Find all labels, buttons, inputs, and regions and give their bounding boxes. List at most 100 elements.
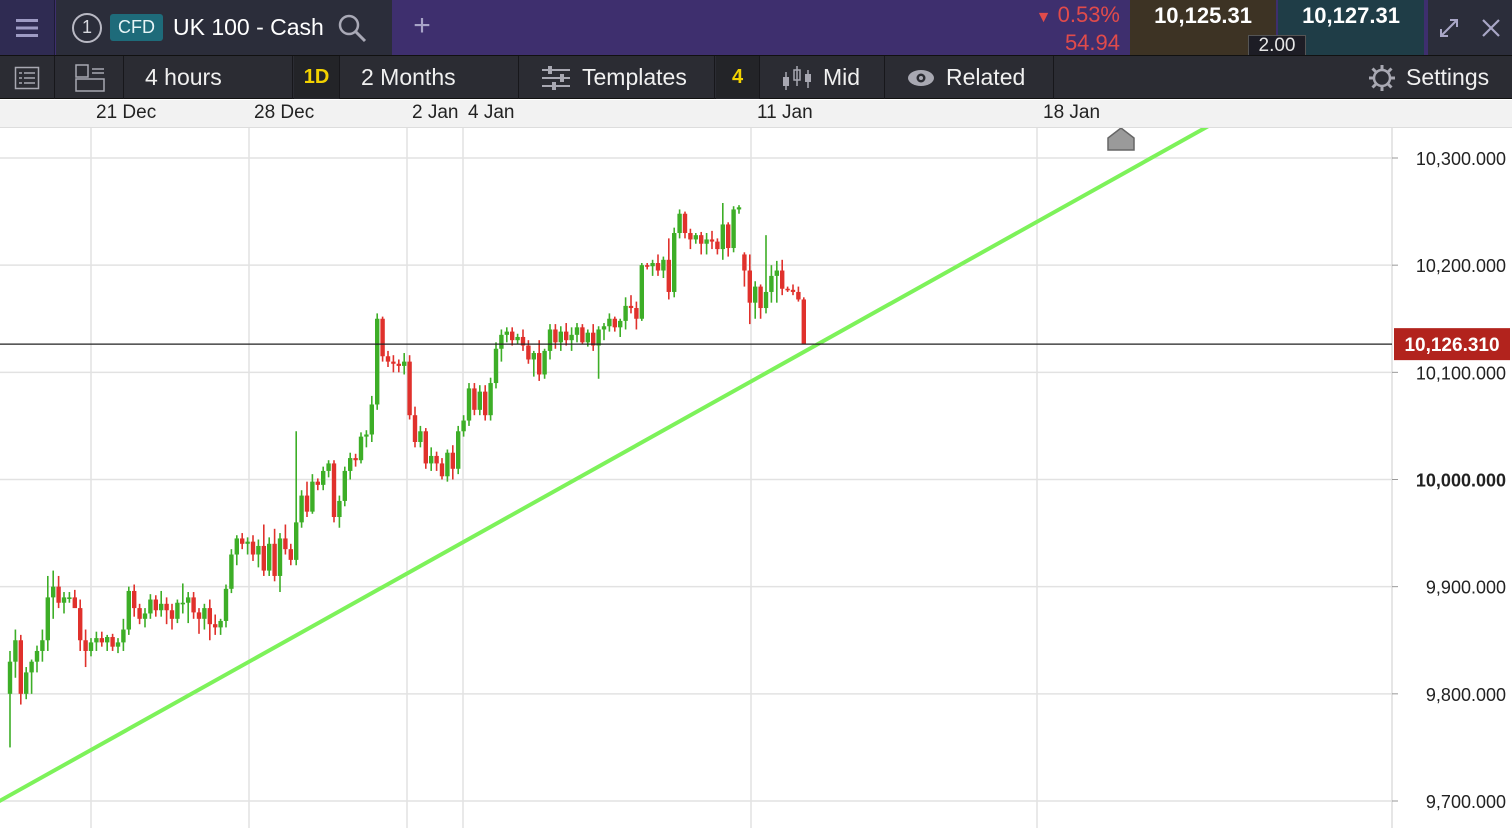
candle-body-down (472, 388, 477, 410)
range-dropdown[interactable]: 2 Months (341, 56, 519, 99)
candle-body-up (105, 637, 110, 643)
close-button[interactable] (1470, 0, 1512, 55)
change-percent: 0.53% (1057, 2, 1120, 27)
candle-body-up (499, 334, 504, 349)
date-tick-label: 11 Jan (757, 102, 813, 123)
price-type-label: Mid (823, 64, 861, 90)
candle-body-down (83, 640, 88, 651)
candle-body-down (537, 353, 542, 375)
candle-body-down (78, 608, 83, 641)
candle-body-down (688, 233, 693, 240)
candle-body-down (99, 638, 104, 643)
candle-body-up (277, 538, 283, 576)
main-menu-button[interactable] (0, 0, 55, 55)
candle-body-down (796, 291, 801, 300)
date-tick-label: 4 Jan (468, 102, 515, 123)
layout-icon (74, 63, 105, 92)
candle-body-down (304, 495, 310, 512)
price-chart[interactable]: 10,300.000 10,200.000 10,100.000 10,000.000… (0, 128, 1512, 828)
candle-body-down (18, 640, 23, 694)
list-view-button[interactable] (0, 56, 55, 99)
candle-body-down (780, 270, 785, 289)
candle-body-up (429, 455, 434, 464)
candle-body-up (720, 224, 725, 250)
instrument-selector[interactable]: 1 CFD UK 100 - Cash (56, 0, 392, 55)
candle-body-up (677, 213, 682, 234)
candle-body-up (607, 318, 612, 327)
chart-toolbar: 4 hours 1D 2 Months Templates 4 Mid Rela… (0, 55, 1512, 99)
candle-body-down (434, 455, 439, 464)
indicator-count-badge[interactable]: 4 (716, 56, 760, 99)
candle-body-up (202, 608, 207, 619)
candle-body-up (94, 638, 99, 643)
candle-body-down (385, 356, 391, 362)
candle-body-up (45, 597, 50, 641)
candle-body-up (256, 545, 261, 555)
related-button[interactable]: Related (886, 56, 1054, 99)
candle-body-up (774, 270, 779, 276)
date-tick-label: 21 Dec (96, 102, 157, 123)
settings-button[interactable]: Settings (1360, 56, 1512, 99)
candle-body-up (13, 640, 18, 662)
candle-body-up (369, 404, 374, 435)
candle-body-up (704, 239, 709, 244)
interval-label: 4 hours (145, 64, 222, 90)
date-tick-label: 28 Dec (254, 102, 315, 123)
candle-body-up (461, 420, 466, 432)
candle-body-down (483, 391, 488, 416)
current-price-label: 10,126.310 (1404, 335, 1499, 356)
layout-button[interactable] (56, 56, 124, 99)
chart-canvas[interactable]: 10,300.000 10,200.000 10,100.000 10,000.000… (0, 128, 1512, 828)
expand-button[interactable] (1428, 0, 1470, 55)
price-type-dropdown[interactable]: Mid (761, 56, 885, 99)
candle-body-up (358, 436, 364, 461)
candle-body-up (142, 613, 148, 619)
add-instrument-button[interactable]: + (404, 8, 440, 44)
candle-body-up (402, 361, 407, 366)
candle-body-down (801, 299, 806, 345)
candle-body-up (67, 597, 72, 599)
candle-body-up (477, 391, 482, 410)
candle-body-down (423, 431, 428, 464)
candle-body-up (180, 602, 185, 605)
candle-body-up (639, 265, 644, 319)
date-tick-label: 18 Jan (1043, 102, 1101, 123)
candle-body-down (742, 254, 747, 271)
candle-body-up (245, 541, 250, 544)
candle-body-down (645, 265, 650, 267)
candle-body-up (596, 329, 601, 346)
instrument-type-badge: CFD (110, 14, 163, 41)
candle-body-down (439, 463, 445, 477)
candle-body-up (650, 263, 655, 267)
candle-body-up (661, 259, 666, 271)
candle-body-up (547, 329, 553, 351)
candle-body-down (450, 452, 455, 469)
related-label: Related (946, 64, 1026, 90)
change-value: 54.94 (1064, 30, 1120, 55)
candle-body-down (628, 305, 634, 309)
interval-dropdown[interactable]: 4 hours (125, 56, 293, 99)
candle-body-up (321, 470, 326, 485)
close-icon (1482, 18, 1500, 37)
candle-body-up (769, 275, 774, 292)
candle-body-up (159, 603, 164, 611)
candle-body-down (169, 610, 175, 619)
search-button[interactable] (336, 12, 368, 44)
instrument-header: 1 CFD UK 100 - Cash + ▼ 0.53% 54.94 10,1… (0, 0, 1512, 57)
indicator-count: 4 (731, 66, 744, 88)
candle-body-down (564, 331, 569, 341)
candle-body-down (715, 241, 720, 250)
candle-body-up (618, 320, 623, 328)
candle-body-down (196, 612, 202, 619)
interval-shortcut-label: 1D (303, 66, 330, 88)
templates-button[interactable]: Templates (520, 56, 715, 99)
candle-body-up (294, 522, 299, 560)
interval-shortcut-button[interactable]: 1D (294, 56, 340, 99)
candle-body-up (267, 543, 272, 571)
candle-body-up (337, 500, 342, 518)
candle-body-up (375, 318, 380, 405)
spread-value: 2.00 (1248, 35, 1306, 57)
candle-body-down (72, 597, 77, 609)
candle-body-up (763, 291, 769, 309)
candle-body-up (488, 383, 493, 416)
